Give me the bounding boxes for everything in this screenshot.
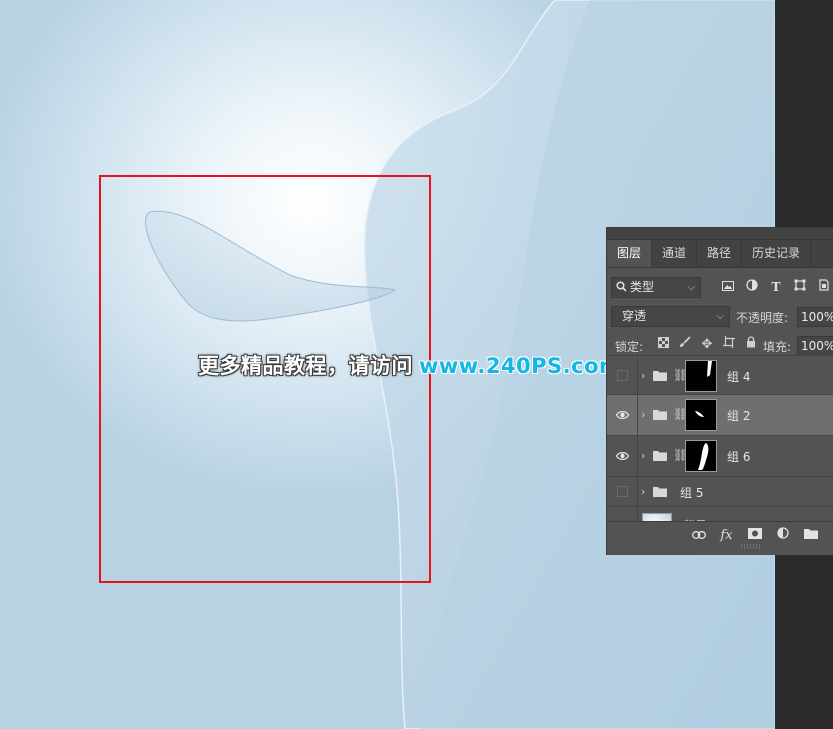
filter-row: 类型 ⌵ T (607, 276, 833, 300)
watermark: 更多精品教程，请访问 www.240PS.com (198, 350, 621, 380)
layer-row-group-6[interactable]: › ⛓ 组 6 (607, 435, 833, 476)
image-filter-icon[interactable] (719, 278, 737, 296)
smart-object-filter-icon[interactable] (815, 278, 833, 296)
lock-icons: ✥ (655, 336, 759, 354)
tab-history[interactable]: 历史记录 (742, 240, 812, 267)
folder-icon (653, 370, 667, 381)
lock-label: 锁定: (615, 340, 644, 354)
new-layer-icon[interactable] (829, 526, 833, 545)
folder-icon (653, 410, 667, 420)
layer-mask-thumbnail[interactable] (685, 359, 717, 392)
type-filter-icon[interactable]: T (767, 278, 785, 296)
visibility-toggle[interactable] (607, 356, 638, 395)
eye-icon (616, 411, 629, 419)
lock-row: 锁定: ✥ 填充: 100% (607, 335, 833, 357)
blend-row: 穿透 ⌵ 不透明度: 100% (607, 305, 833, 329)
watermark-text: 更多精品教程，请访问 (198, 354, 413, 378)
chevron-right-icon[interactable]: › (641, 408, 645, 421)
tab-layers[interactable]: 图层 (607, 240, 653, 267)
blend-mode-dropdown[interactable]: 穿透 ⌵ (611, 306, 730, 327)
filter-icons: T (719, 278, 833, 296)
new-group-icon[interactable] (801, 526, 820, 545)
filter-kind-label: 类型 (630, 280, 655, 294)
fill-label: 填充: (763, 340, 792, 354)
layer-name: 组 2 (727, 409, 751, 423)
bottom-icons: fx (689, 526, 833, 545)
tab-channels[interactable]: 通道 (652, 240, 698, 267)
panel-tabs: 图层 通道 路径 历史记录 (607, 240, 833, 268)
visibility-toggle[interactable] (607, 395, 638, 435)
adjustment-filter-icon[interactable] (743, 278, 761, 296)
lock-transparency-icon[interactable] (655, 336, 671, 354)
add-mask-icon[interactable] (745, 526, 764, 545)
chevron-right-icon[interactable]: › (641, 369, 645, 382)
layer-row-group-2[interactable]: › ⛓ 组 2 (607, 394, 833, 435)
fill-input[interactable]: 100% (797, 336, 833, 356)
lock-all-icon[interactable] (743, 336, 759, 354)
fx-icon[interactable]: fx (717, 526, 736, 545)
layer-name: 组 5 (680, 485, 704, 500)
visibility-off-box (617, 485, 628, 497)
panel-bottom-toolbar: fx (607, 521, 833, 549)
lock-artboard-icon[interactable] (721, 336, 737, 354)
new-adjustment-icon[interactable] (773, 526, 792, 545)
opacity-label: 不透明度: (736, 311, 789, 325)
visibility-toggle[interactable] (607, 477, 638, 506)
chevron-right-icon[interactable]: › (641, 449, 645, 462)
blend-mode-value: 穿透 (622, 309, 647, 323)
visibility-off-box (617, 369, 628, 381)
visibility-toggle[interactable] (607, 436, 638, 476)
layer-row-group-5[interactable]: › 组 5 (607, 476, 833, 506)
folder-icon (653, 451, 667, 461)
layer-mask-thumbnail[interactable] (685, 399, 717, 431)
panel-resize-grip[interactable] (741, 544, 761, 549)
chevron-down-icon: ⌵ (687, 282, 695, 293)
eye-icon (616, 452, 629, 460)
link-layers-icon[interactable] (689, 526, 708, 545)
layer-row-group-4[interactable]: › ⛓ 组 4 (607, 355, 833, 395)
opacity-input[interactable]: 100% (797, 307, 833, 327)
chevron-right-icon[interactable]: › (641, 485, 645, 498)
search-icon (616, 281, 627, 292)
layer-name: 组 6 (727, 450, 751, 464)
lock-pixels-brush-icon[interactable] (677, 336, 693, 354)
panel-title-bar[interactable] (607, 228, 833, 240)
lock-position-move-icon[interactable]: ✥ (699, 336, 715, 354)
layer-mask-thumbnail[interactable] (685, 440, 717, 472)
folder-icon (653, 486, 667, 497)
watermark-url: www.240PS.com (419, 354, 622, 378)
filter-kind-dropdown[interactable]: 类型 ⌵ (611, 277, 701, 298)
chevron-down-icon: ⌵ (716, 311, 724, 322)
shape-filter-icon[interactable] (791, 278, 809, 296)
layer-name: 组 4 (727, 369, 751, 384)
layers-panel: 图层 通道 路径 历史记录 类型 ⌵ T 穿透 ⌵ 不透明度: 100% 锁定:… (606, 227, 833, 555)
tab-paths[interactable]: 路径 (697, 240, 743, 267)
